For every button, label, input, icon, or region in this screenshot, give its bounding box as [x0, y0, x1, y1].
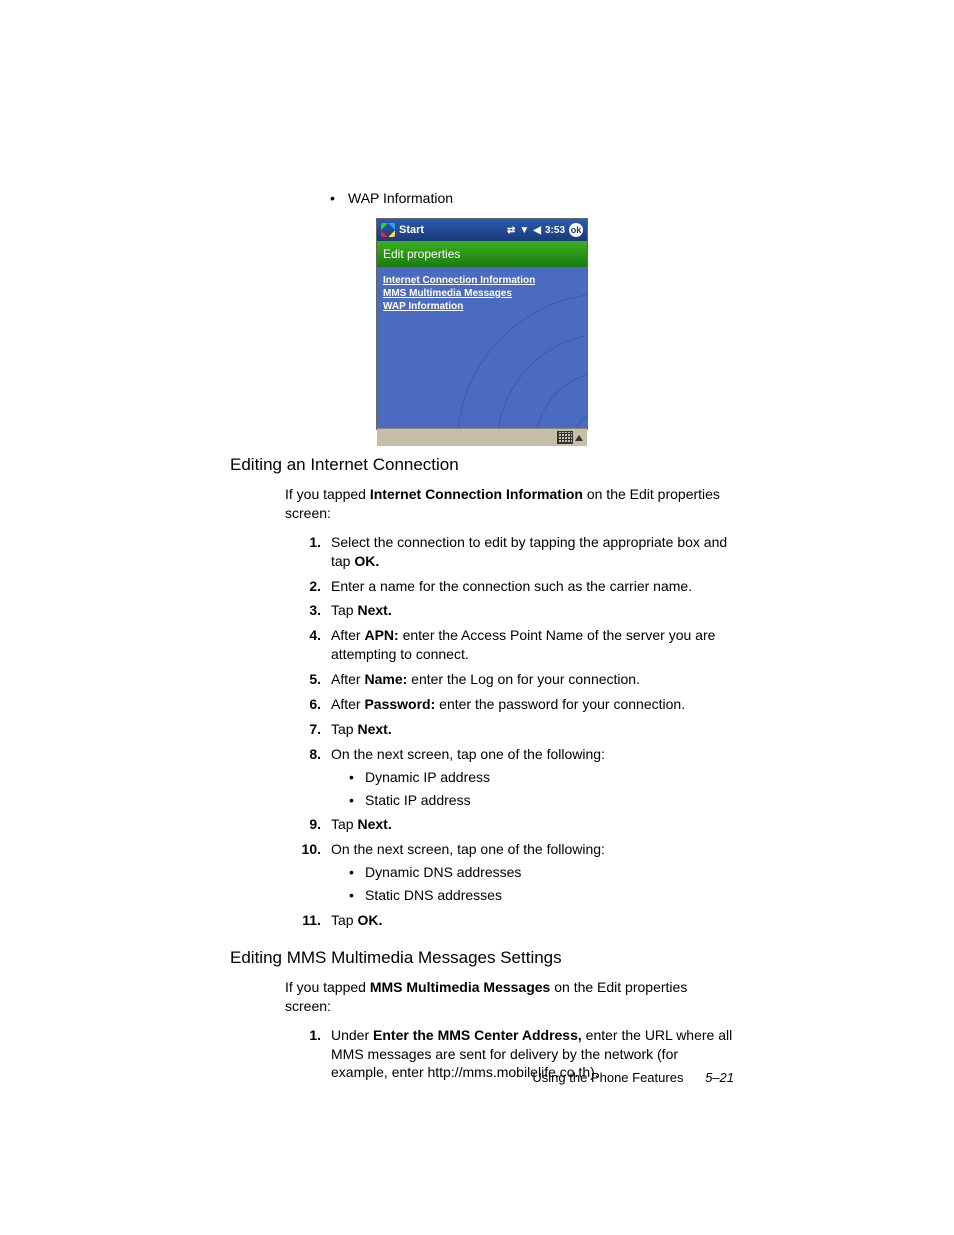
bullet-icon: •	[330, 190, 348, 206]
screenshot-link: Internet Connection Information	[383, 275, 581, 286]
step-item: 7.Tap Next.	[285, 720, 734, 739]
step-number: 5.	[285, 670, 331, 689]
section-heading: Editing MMS Multimedia Messages Settings	[230, 948, 734, 968]
step-number: 10.	[285, 840, 331, 905]
keyboard-icon	[557, 431, 573, 444]
screenshot-time: 3:53	[545, 225, 565, 236]
steps-list: 1.Select the connection to edit by tappi…	[230, 533, 734, 930]
page-footer: Using the Phone Features 5–21	[532, 1070, 734, 1085]
bullet-icon: •	[349, 768, 365, 787]
footer-label: Using the Phone Features	[532, 1070, 683, 1085]
step-text: On the next screen, tap one of the follo…	[331, 840, 734, 905]
step-text: Tap Next.	[331, 601, 734, 620]
bullet-icon: •	[349, 791, 365, 810]
step-number: 6.	[285, 695, 331, 714]
screenshot-bottombar	[377, 428, 587, 446]
document-page: •WAP Information Start ⇄ ▼ ◀ 3:53 ok Edi…	[0, 0, 954, 1235]
step-number: 1.	[285, 1026, 331, 1083]
step-number: 1.	[285, 533, 331, 571]
step-item: 9.Tap Next.	[285, 815, 734, 834]
step-text: Tap Next.	[331, 720, 734, 739]
screenshot-body: Internet Connection Information MMS Mult…	[377, 267, 587, 428]
screenshot-subheader: Edit properties	[377, 241, 587, 267]
sub-bullet-item: •Dynamic IP address	[349, 768, 734, 787]
step-text: After Name: enter the Log on for your co…	[331, 670, 734, 689]
screenshot-start-label: Start	[399, 224, 424, 236]
step-item: 3.Tap Next.	[285, 601, 734, 620]
step-number: 9.	[285, 815, 331, 834]
step-number: 7.	[285, 720, 331, 739]
bullet-icon: •	[349, 886, 365, 905]
triangle-up-icon	[575, 435, 583, 441]
screenshot-status-icons: ⇄ ▼ ◀ 3:53 ok	[507, 223, 583, 237]
screenshot-link: WAP Information	[383, 301, 581, 312]
device-screenshot: Start ⇄ ▼ ◀ 3:53 ok Edit properties Inte…	[376, 218, 588, 430]
step-item: 10.On the next screen, tap one of the fo…	[285, 840, 734, 905]
bullet-text: WAP Information	[348, 190, 453, 206]
screenshot-titlebar: Start ⇄ ▼ ◀ 3:53 ok	[377, 219, 587, 241]
sub-bullet-item: •Static DNS addresses	[349, 886, 734, 905]
page-number: 5–21	[705, 1070, 734, 1085]
step-text: Enter a name for the connection such as …	[331, 577, 734, 596]
step-text: Tap OK.	[331, 911, 734, 930]
step-text: Tap Next.	[331, 815, 734, 834]
step-item: 5.After Name: enter the Log on for your …	[285, 670, 734, 689]
section-heading: Editing an Internet Connection	[230, 455, 734, 475]
step-number: 8.	[285, 745, 331, 810]
step-text: On the next screen, tap one of the follo…	[331, 745, 734, 810]
step-item: 1.Select the connection to edit by tappi…	[285, 533, 734, 571]
bullet-item: •WAP Information	[330, 190, 734, 206]
step-item: 11.Tap OK.	[285, 911, 734, 930]
speaker-icon: ◀	[533, 225, 541, 236]
windows-flag-icon	[381, 223, 395, 237]
screenshot-link: MMS Multimedia Messages	[383, 288, 581, 299]
step-text: After Password: enter the password for y…	[331, 695, 734, 714]
bullet-icon: •	[349, 863, 365, 882]
step-number: 2.	[285, 577, 331, 596]
step-text: Select the connection to edit by tapping…	[331, 533, 734, 571]
step-item: 6.After Password: enter the password for…	[285, 695, 734, 714]
section-intro: If you tapped MMS Multimedia Messages on…	[285, 978, 734, 1016]
signal-icon: ▼	[519, 225, 529, 236]
step-text: After APN: enter the Access Point Name o…	[331, 626, 734, 664]
sub-bullet-item: •Dynamic DNS addresses	[349, 863, 734, 882]
ok-badge-icon: ok	[569, 223, 583, 237]
sub-bullet-item: •Static IP address	[349, 791, 734, 810]
step-number: 11.	[285, 911, 331, 930]
step-item: 4.After APN: enter the Access Point Name…	[285, 626, 734, 664]
step-item: 8.On the next screen, tap one of the fol…	[285, 745, 734, 810]
step-item: 2.Enter a name for the connection such a…	[285, 577, 734, 596]
section-intro: If you tapped Internet Connection Inform…	[285, 485, 734, 523]
step-number: 3.	[285, 601, 331, 620]
step-number: 4.	[285, 626, 331, 664]
sync-icon: ⇄	[507, 225, 515, 236]
